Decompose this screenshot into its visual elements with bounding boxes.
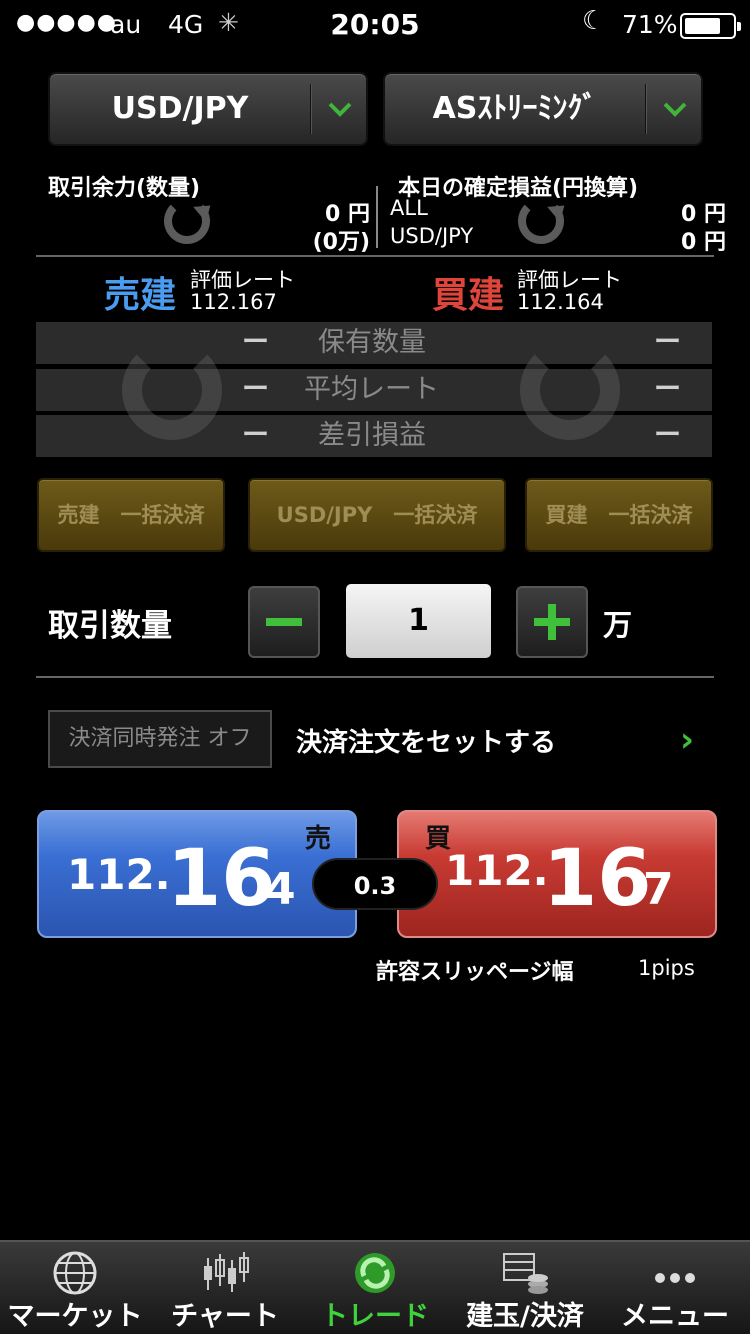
divider <box>36 676 714 678</box>
tab-positions[interactable]: 建玉/決済 <box>450 1242 600 1334</box>
status-bar: ●●●●● au 4G ✳ 20:05 ☾ 71% <box>0 0 750 50</box>
tab-market[interactable]: マーケット <box>0 1242 150 1334</box>
pnl-label-all: ALL <box>390 196 428 220</box>
tab-label: チャート <box>171 1301 279 1332</box>
buy-eval-rate: 112.164 <box>517 290 604 314</box>
pnl-value-pair: 0 円 <box>681 230 726 255</box>
tab-label: マーケット <box>7 1301 143 1332</box>
divider <box>36 255 714 257</box>
bulk-settle-sell-button[interactable]: 売建 一括決済 <box>37 478 225 552</box>
globe-icon <box>53 1251 97 1295</box>
order-mode-label: ASｽﾄﾘｰﾐﾝｸﾞ <box>432 91 598 126</box>
refresh-margin-icon[interactable] <box>164 198 210 244</box>
buy-price-button[interactable]: 買 112. 16 7 <box>397 810 717 938</box>
slippage-value[interactable]: 1pips <box>638 956 695 980</box>
tab-trade[interactable]: トレード <box>300 1242 450 1334</box>
chevron-right-icon[interactable]: › <box>680 720 694 760</box>
sell-eval-rate: 112.167 <box>190 290 277 314</box>
tab-label: トレード <box>321 1301 429 1332</box>
spread-badge: 0.3 <box>312 858 438 910</box>
chevron-down-icon <box>647 74 703 144</box>
slippage-label: 許容スリッページ幅 <box>376 960 574 985</box>
tab-bar: マーケット チャート トレード 建玉/決済 メニュー <box>0 1240 750 1334</box>
margin-title: 取引余力(数量) <box>48 176 201 201</box>
menu-icon <box>655 1273 695 1283</box>
tab-label: 建玉/決済 <box>466 1301 584 1332</box>
simultaneous-settlement-toggle[interactable]: 決済同時発注 オフ <box>48 710 272 768</box>
sell-price-major: 112. <box>67 850 171 899</box>
set-settlement-order-link[interactable]: 決済注文をセットする <box>296 722 556 759</box>
sell-price-fraction: 4 <box>265 864 296 915</box>
pnl-label-pair: USD/JPY <box>390 224 474 248</box>
sell-side-label: 売 <box>305 824 332 854</box>
battery-icon <box>680 13 741 39</box>
bulk-settle-pair-button[interactable]: USD/JPY 一括決済 <box>248 478 506 552</box>
bulk-settle-buy-button[interactable]: 買建 一括決済 <box>525 478 713 552</box>
divider <box>376 186 378 248</box>
sell-position-label: 売建 <box>104 275 177 316</box>
order-mode-selector[interactable]: ASｽﾄﾘｰﾐﾝｸﾞ <box>383 72 703 146</box>
chevron-down-icon <box>312 74 368 144</box>
sell-price-button[interactable]: 売 112. 16 4 <box>37 810 357 938</box>
position-icon <box>503 1253 548 1294</box>
do-not-disturb-icon: ☾ <box>582 6 606 36</box>
buy-price-fraction: 7 <box>643 864 674 915</box>
refresh-sell-positions-icon[interactable] <box>122 340 222 440</box>
tab-label: メニュー <box>621 1301 729 1332</box>
battery-percentage: 71% <box>622 10 678 39</box>
buy-price-major: 112. <box>445 846 549 895</box>
trade-icon <box>355 1253 395 1293</box>
currency-pair-label: USD/JPY <box>111 91 249 126</box>
quantity-input[interactable]: 1 <box>346 584 491 658</box>
quantity-increment-button[interactable] <box>516 586 588 658</box>
candlestick-icon <box>204 1252 249 1292</box>
tab-menu[interactable]: メニュー <box>600 1242 750 1334</box>
margin-units: (0万) <box>312 230 370 255</box>
tab-chart[interactable]: チャート <box>150 1242 300 1334</box>
buy-price-pips: 16 <box>543 834 652 924</box>
buy-position-label: 買建 <box>432 275 505 316</box>
quantity-unit: 万 <box>603 608 633 642</box>
refresh-pnl-icon[interactable] <box>518 198 564 244</box>
realized-pnl-title: 本日の確定損益(円換算) <box>398 176 639 201</box>
refresh-buy-positions-icon[interactable] <box>520 340 620 440</box>
currency-pair-selector[interactable]: USD/JPY <box>48 72 368 146</box>
quantity-label: 取引数量 <box>48 608 172 644</box>
plus-icon <box>534 604 570 640</box>
sell-price-pips: 16 <box>167 834 276 924</box>
quantity-decrement-button[interactable] <box>248 586 320 658</box>
minus-icon <box>266 618 302 626</box>
